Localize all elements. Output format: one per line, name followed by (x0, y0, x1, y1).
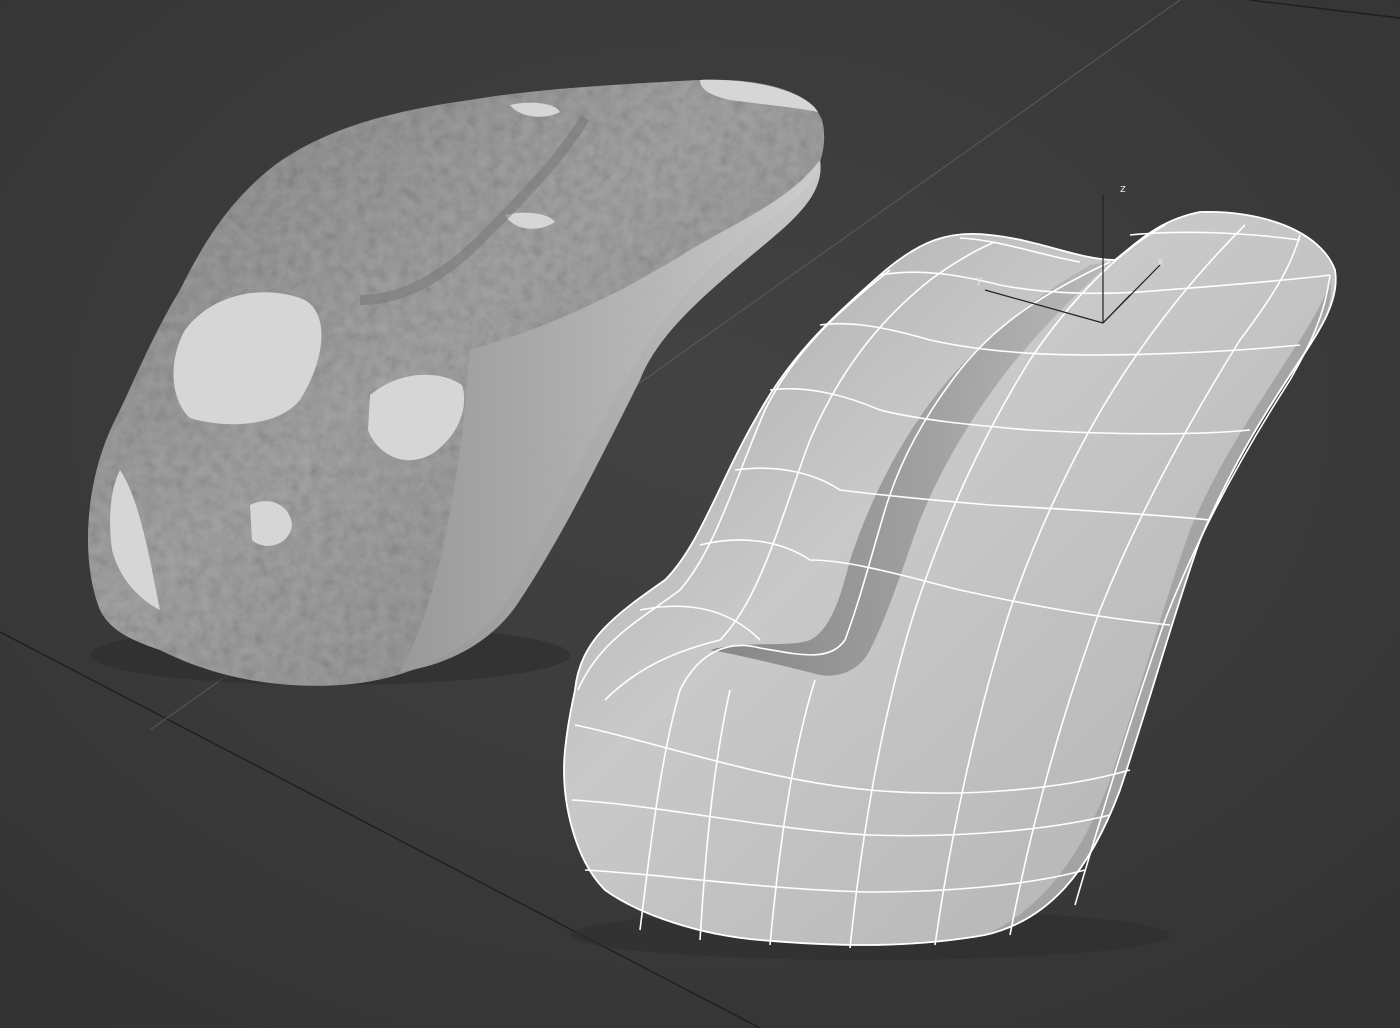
viewport-3d[interactable]: z y x (0, 0, 1400, 1028)
gizmo-z-label: z (1120, 182, 1126, 195)
viewport-canvas[interactable]: z y x (0, 0, 1400, 1028)
gizmo-y-label: y (976, 273, 983, 286)
gizmo-x-label: x (1157, 255, 1164, 268)
